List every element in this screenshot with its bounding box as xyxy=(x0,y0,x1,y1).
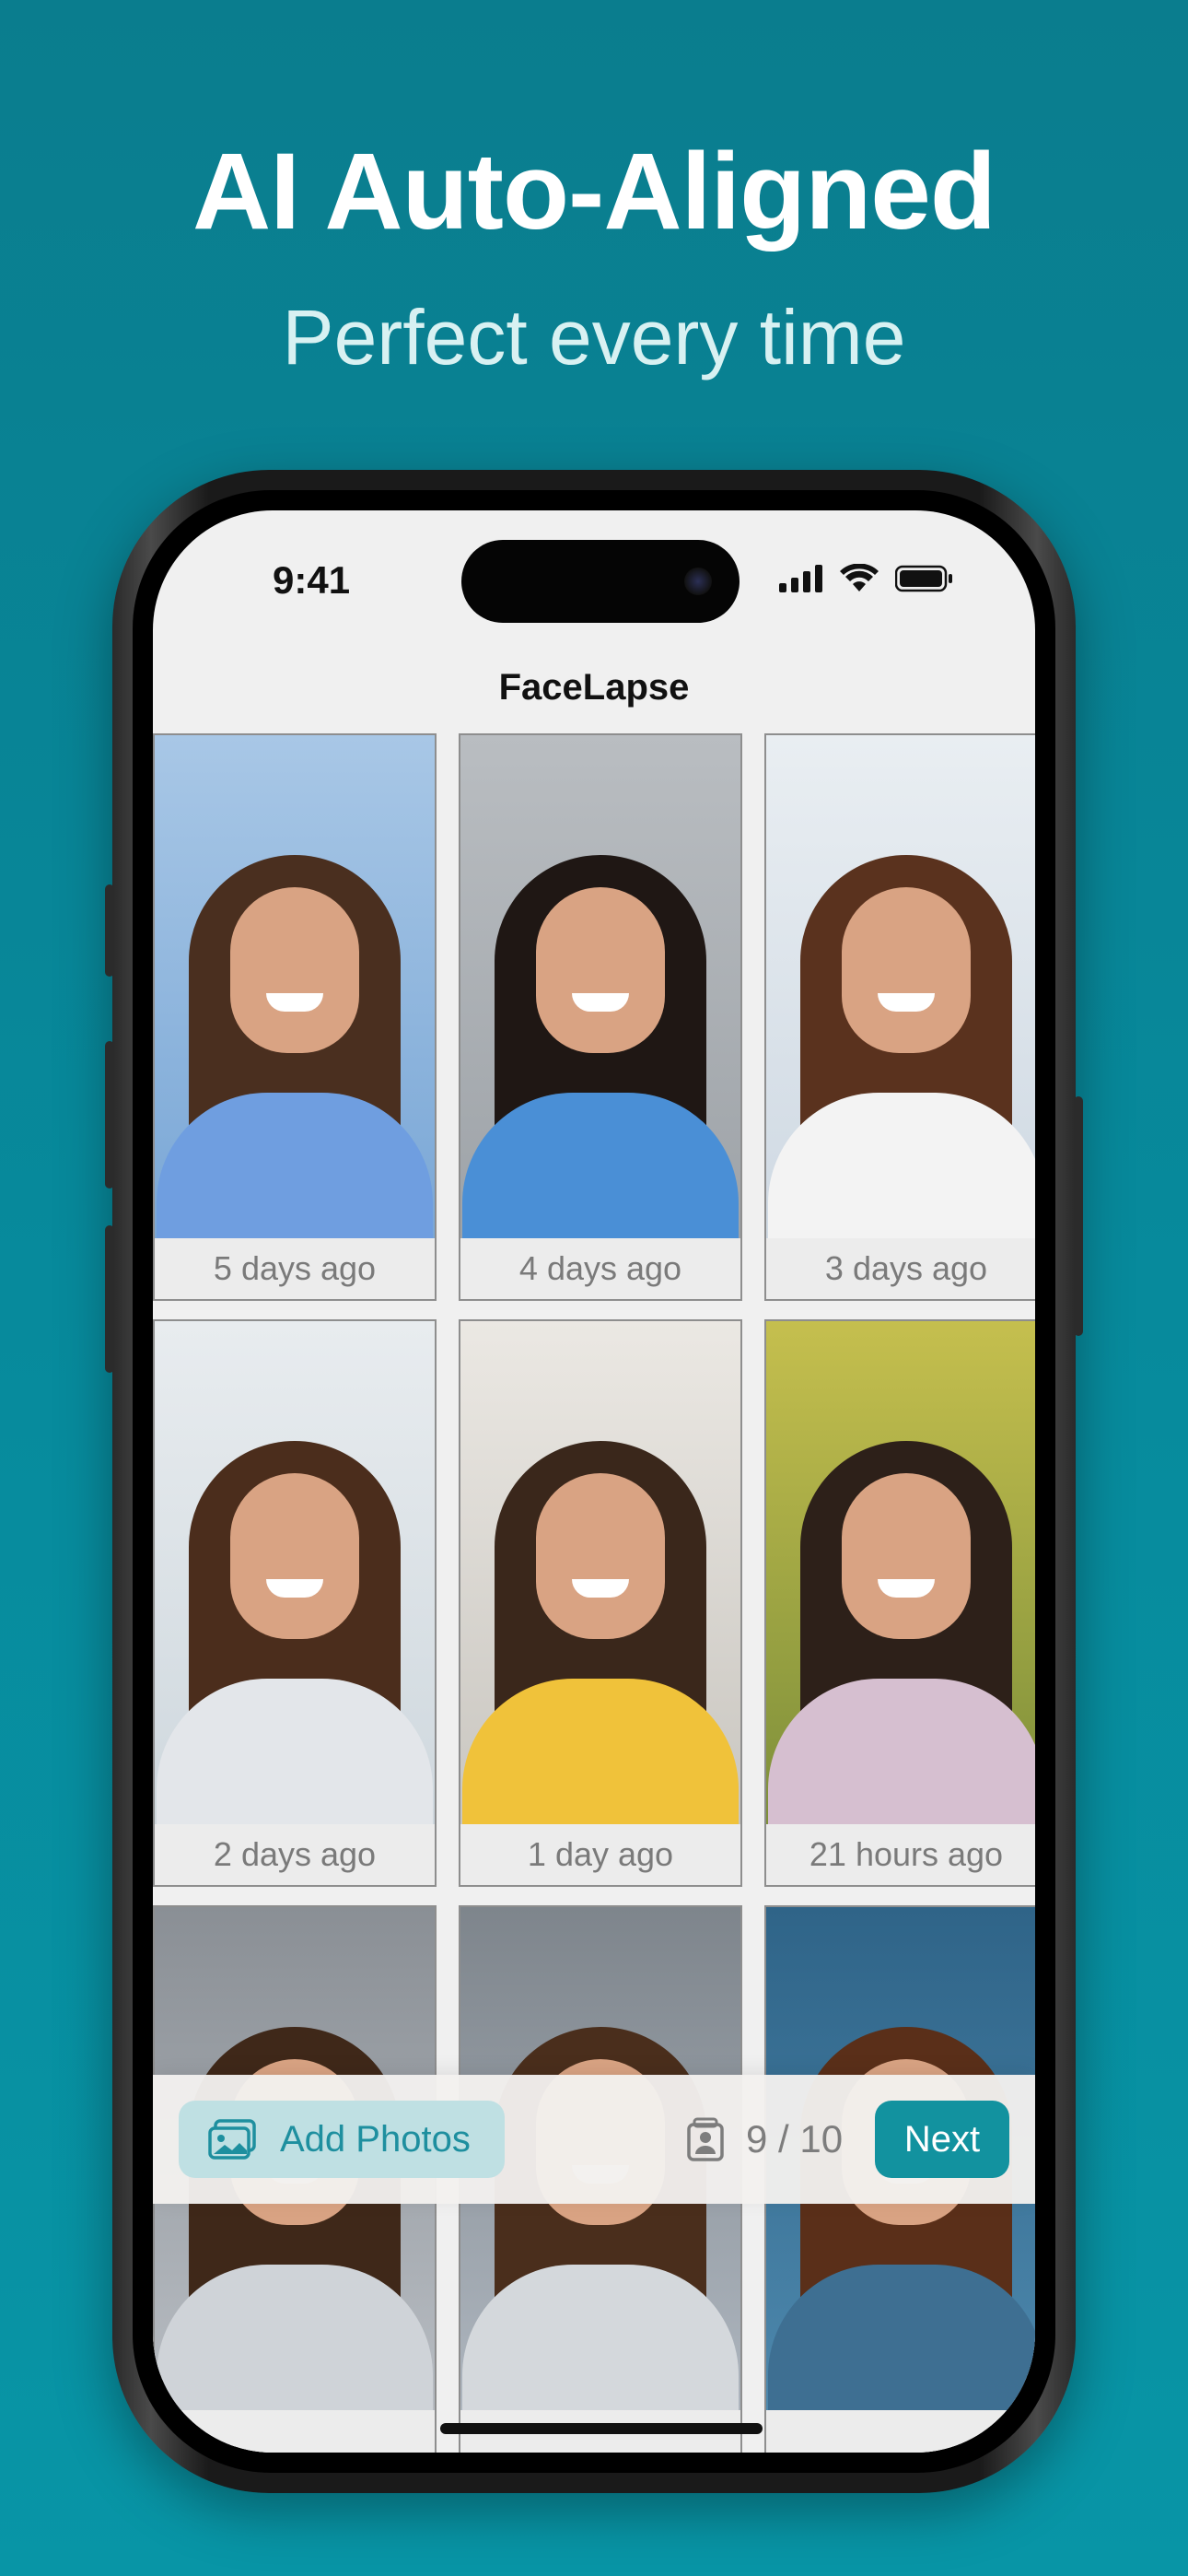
power-button xyxy=(1074,1096,1083,1336)
photo-card[interactable]: 5 days ago xyxy=(153,733,437,1301)
add-photos-label: Add Photos xyxy=(280,2118,471,2160)
bottom-toolbar: Add Photos 9 / 10 Next xyxy=(153,2075,1035,2204)
phone-bezel: 9:41 FaceLapse 5 days ago 4 days ago 3 d… xyxy=(133,490,1055,2473)
face-shape xyxy=(536,1473,665,1639)
photo-caption: 4 days ago xyxy=(460,1238,740,1299)
photos-icon xyxy=(208,2119,256,2160)
photo-caption: 3 days ago xyxy=(766,1238,1035,1299)
photo-thumbnail xyxy=(460,1321,740,1826)
photo-caption xyxy=(766,2410,1035,2453)
status-time: 9:41 xyxy=(273,558,351,602)
photo-thumbnail xyxy=(155,1321,435,1826)
battery-icon xyxy=(895,565,952,592)
volume-down-button xyxy=(105,1225,114,1373)
camera-icon xyxy=(684,568,712,595)
photo-thumbnail xyxy=(766,735,1035,1240)
hero-subtitle: Perfect every time xyxy=(282,294,906,381)
hero-title: AI Auto-Aligned xyxy=(192,131,996,252)
app-screen: 9:41 FaceLapse 5 days ago 4 days ago 3 d… xyxy=(153,510,1035,2453)
photo-caption: 2 days ago xyxy=(155,1824,435,1885)
photo-card[interactable]: 1 day ago xyxy=(459,1319,742,1887)
add-photos-button[interactable]: Add Photos xyxy=(179,2101,505,2178)
photo-thumbnail xyxy=(766,1321,1035,1826)
photo-counter: 9 / 10 xyxy=(687,2101,843,2178)
phone-frame: 9:41 FaceLapse 5 days ago 4 days ago 3 d… xyxy=(105,470,1083,2493)
status-icons xyxy=(779,564,954,593)
wifi-icon xyxy=(840,564,879,591)
photo-thumbnail xyxy=(155,735,435,1240)
photo-caption: 21 hours ago xyxy=(766,1824,1035,1885)
photo-card[interactable]: 4 days ago xyxy=(459,733,742,1301)
app-title: FaceLapse xyxy=(498,667,690,708)
photo-card[interactable]: 21 hours ago xyxy=(764,1319,1035,1887)
home-indicator xyxy=(440,2423,763,2434)
next-button[interactable]: Next xyxy=(875,2101,1009,2178)
photo-card[interactable]: 3 days ago xyxy=(764,733,1035,1301)
photo-caption: 5 days ago xyxy=(155,1238,435,1299)
face-shape xyxy=(230,887,359,1053)
photo-thumbnail xyxy=(460,735,740,1240)
signal-icon xyxy=(779,565,822,592)
status-bar: 9:41 xyxy=(153,510,1035,630)
photo-caption xyxy=(155,2410,435,2453)
face-shape xyxy=(842,887,971,1053)
volume-up-button xyxy=(105,1041,114,1188)
dynamic-island xyxy=(461,540,740,623)
counter-label: 9 / 10 xyxy=(746,2117,844,2160)
photo-card[interactable]: 2 days ago xyxy=(153,1319,437,1887)
face-shape xyxy=(230,1473,359,1639)
face-shape xyxy=(536,887,665,1053)
action-button xyxy=(105,884,114,977)
photo-caption: 1 day ago xyxy=(460,1824,740,1885)
portrait-stack-icon xyxy=(687,2117,724,2161)
face-shape xyxy=(842,1473,971,1639)
